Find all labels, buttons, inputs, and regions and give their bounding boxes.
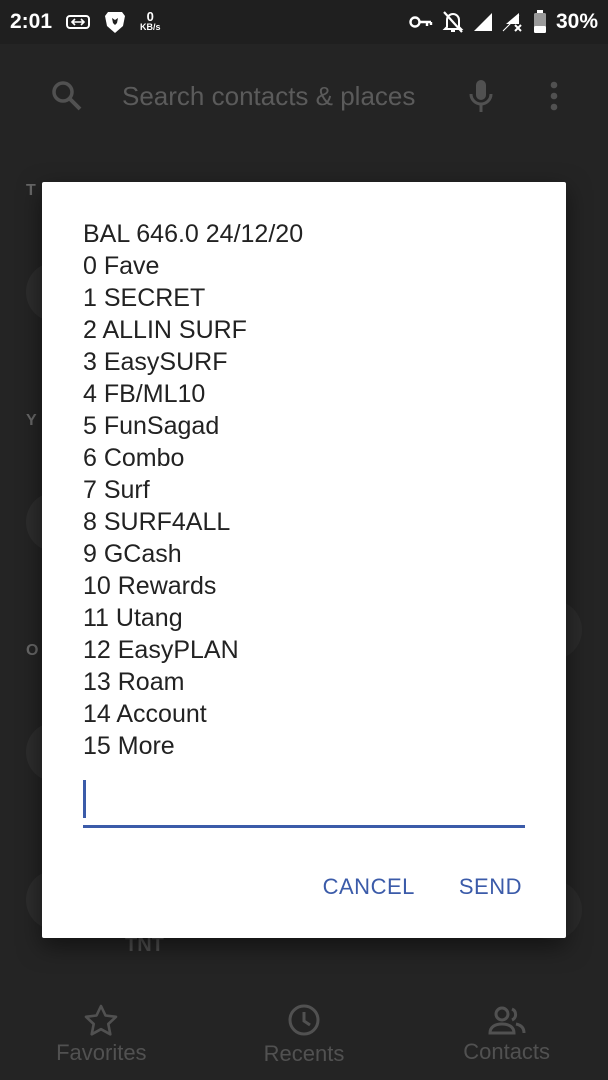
- menu-option: 9 GCash: [83, 540, 182, 568]
- battery-percentage: 30%: [555, 10, 598, 33]
- balance-line: BAL 646.0 24/12/20: [83, 220, 304, 248]
- menu-option: 3 EasySURF: [83, 348, 228, 376]
- netspeed-unit: KB/s: [140, 22, 161, 32]
- dialog-actions: CANCEL SEND: [323, 874, 522, 900]
- signal-no-data-icon: [502, 12, 524, 32]
- menu-option: 6 Combo: [83, 444, 185, 472]
- menu-option: 8 SURF4ALL: [83, 508, 231, 536]
- menu-option: 7 Surf: [83, 476, 150, 504]
- menu-option: 14 Account: [83, 700, 207, 728]
- menu-option: 12 EasyPLAN: [83, 636, 239, 664]
- menu-option: 15 More: [83, 732, 175, 760]
- brave-icon: [104, 10, 126, 34]
- netspeed-indicator: 0 KB/s: [140, 9, 161, 32]
- key-icon: [409, 15, 433, 29]
- status-time: 2:01: [10, 10, 53, 33]
- cancel-button[interactable]: CANCEL: [323, 874, 415, 900]
- menu-option: 1 SECRET: [83, 284, 206, 312]
- menu-option: 11 Utang: [83, 604, 183, 632]
- status-bar: 2:01 0 KB/s 30%: [0, 0, 608, 44]
- notifications-off-icon: [442, 10, 464, 34]
- battery-icon: [533, 10, 547, 34]
- send-button[interactable]: SEND: [459, 874, 522, 900]
- menu-option: 2 ALLIN SURF: [83, 316, 247, 344]
- signal-icon: [473, 12, 493, 32]
- menu-option: 13 Roam: [83, 668, 185, 696]
- ussd-dialog: BAL 646.0 24/12/20 0 Fave 1 SECRET 2 ALL…: [42, 182, 566, 938]
- vpn-bars-icon: [66, 14, 91, 30]
- netspeed-value: 0: [146, 9, 154, 24]
- ussd-message: BAL 646.0 24/12/20 0 Fave 1 SECRET 2 ALL…: [83, 218, 533, 762]
- text-cursor: [83, 780, 86, 818]
- ussd-reply-input[interactable]: [83, 776, 525, 828]
- menu-option: 4 FB/ML10: [83, 380, 206, 408]
- menu-option: 0 Fave: [83, 252, 160, 280]
- menu-option: 10 Rewards: [83, 572, 217, 600]
- menu-option: 5 FunSagad: [83, 412, 220, 440]
